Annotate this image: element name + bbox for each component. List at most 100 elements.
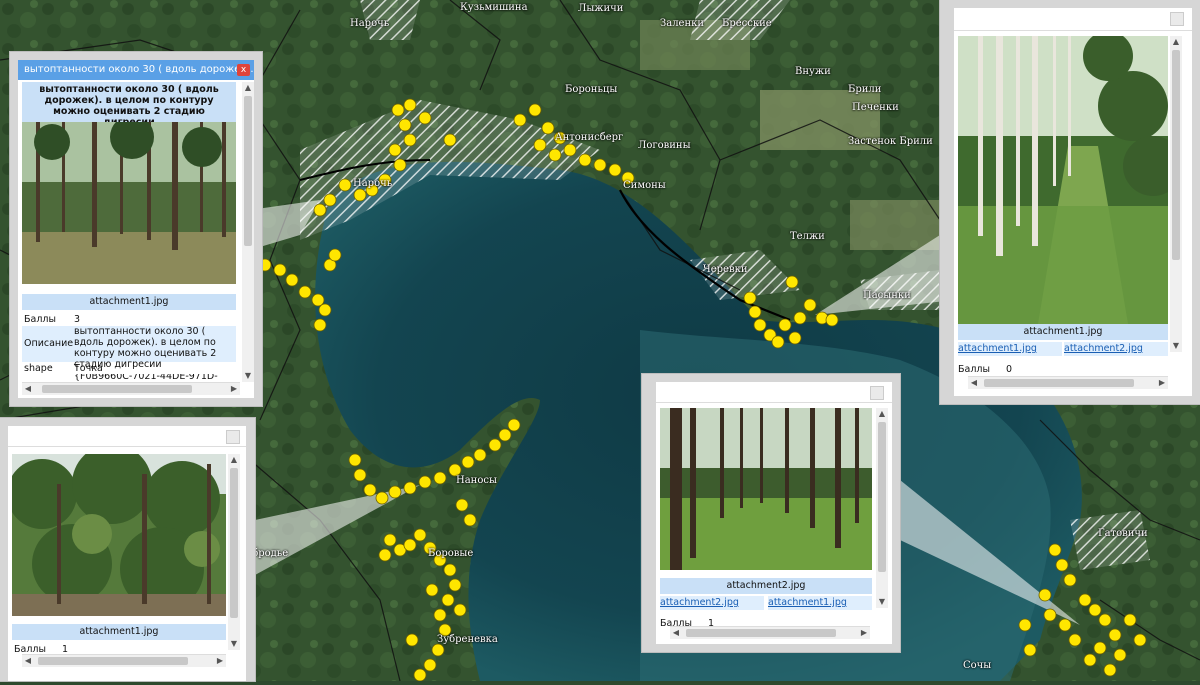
popup-main[interactable]: вытоптанности около 30 ( вдоль дорожек).…: [10, 52, 262, 406]
horizontal-scrollbar[interactable]: ◀ ▶: [22, 382, 240, 395]
popup-topright[interactable]: attachment1.jpg attachment1.jpg attachme…: [940, 0, 1200, 404]
observation-marker[interactable]: [423, 658, 437, 672]
scroll-right-icon[interactable]: ▶: [858, 627, 870, 639]
scroll-thumb[interactable]: [42, 385, 192, 393]
observation-marker[interactable]: [507, 418, 521, 432]
vertical-scrollbar[interactable]: ▲ ▼: [876, 408, 888, 608]
scroll-up-icon[interactable]: ▲: [228, 454, 240, 466]
observation-marker[interactable]: [378, 548, 392, 562]
scroll-thumb[interactable]: [686, 629, 836, 637]
attachment-link[interactable]: attachment2.jpg: [1064, 342, 1168, 356]
attachment-link[interactable]: attachment1.jpg: [958, 342, 1062, 356]
observation-marker[interactable]: [318, 303, 332, 317]
scroll-right-icon[interactable]: ▶: [228, 383, 240, 395]
observation-marker[interactable]: [418, 111, 432, 125]
observation-marker[interactable]: [363, 483, 377, 497]
observation-marker[interactable]: [388, 143, 402, 157]
observation-marker[interactable]: [285, 273, 299, 287]
scroll-up-icon[interactable]: ▲: [876, 408, 888, 420]
observation-marker[interactable]: [541, 121, 555, 135]
scroll-left-icon[interactable]: ◀: [670, 627, 682, 639]
observation-marker[interactable]: [513, 113, 527, 127]
attachment-photo[interactable]: [22, 122, 236, 284]
scroll-thumb[interactable]: [878, 422, 886, 572]
observation-marker[interactable]: [793, 311, 807, 325]
observation-marker[interactable]: [405, 633, 419, 647]
observation-marker[interactable]: [1055, 558, 1069, 572]
observation-marker[interactable]: [1038, 588, 1052, 602]
scroll-left-icon[interactable]: ◀: [22, 655, 34, 667]
observation-marker[interactable]: [753, 318, 767, 332]
scroll-up-icon[interactable]: ▲: [1170, 36, 1182, 48]
observation-marker[interactable]: [413, 668, 427, 682]
observation-marker[interactable]: [403, 133, 417, 147]
scroll-down-icon[interactable]: ▼: [876, 596, 888, 608]
observation-marker[interactable]: [443, 133, 457, 147]
observation-marker[interactable]: [1068, 633, 1082, 647]
observation-marker[interactable]: [463, 513, 477, 527]
observation-marker[interactable]: [1103, 663, 1117, 677]
maximize-icon[interactable]: [870, 386, 884, 400]
horizontal-scrollbar[interactable]: ◀ ▶: [670, 626, 870, 639]
observation-marker[interactable]: [433, 471, 447, 485]
observation-marker[interactable]: [1093, 641, 1107, 655]
observation-marker[interactable]: [1098, 613, 1112, 627]
observation-marker[interactable]: [398, 118, 412, 132]
observation-marker[interactable]: [1083, 653, 1097, 667]
observation-marker[interactable]: [403, 538, 417, 552]
observation-marker[interactable]: [353, 188, 367, 202]
observation-marker[interactable]: [533, 138, 547, 152]
vertical-scrollbar[interactable]: ▲ ▼: [1170, 36, 1182, 352]
observation-marker[interactable]: [453, 603, 467, 617]
maximize-icon[interactable]: [226, 430, 240, 444]
observation-marker[interactable]: [1018, 618, 1032, 632]
observation-marker[interactable]: [328, 248, 342, 262]
observation-marker[interactable]: [803, 298, 817, 312]
popup-bottomright[interactable]: attachment2.jpg attachment2.jpg attachme…: [642, 374, 900, 652]
attachment-photo[interactable]: [12, 454, 226, 616]
observation-marker[interactable]: [418, 475, 432, 489]
scroll-right-icon[interactable]: ▶: [1156, 377, 1168, 389]
observation-marker[interactable]: [298, 285, 312, 299]
scroll-left-icon[interactable]: ◀: [22, 383, 34, 395]
observation-marker[interactable]: [825, 313, 839, 327]
observation-marker[interactable]: [403, 481, 417, 495]
observation-marker[interactable]: [273, 263, 287, 277]
observation-marker[interactable]: [1023, 643, 1037, 657]
close-icon[interactable]: x: [237, 64, 250, 76]
observation-marker[interactable]: [455, 498, 469, 512]
observation-marker[interactable]: [498, 428, 512, 442]
popup-bottomleft[interactable]: attachment1.jpg Баллы 1 ▲ ▼ ◀ ▶: [0, 418, 255, 681]
attachment-photo[interactable]: [958, 36, 1168, 324]
observation-marker[interactable]: [425, 583, 439, 597]
horizontal-scrollbar[interactable]: ◀ ▶: [22, 654, 226, 667]
observation-marker[interactable]: [443, 563, 457, 577]
scroll-down-icon[interactable]: ▼: [242, 370, 254, 382]
observation-marker[interactable]: [348, 453, 362, 467]
observation-marker[interactable]: [1123, 613, 1137, 627]
maximize-icon[interactable]: [1170, 12, 1184, 26]
observation-marker[interactable]: [431, 643, 445, 657]
observation-marker[interactable]: [1113, 648, 1127, 662]
attachment-link[interactable]: attachment2.jpg: [660, 596, 764, 610]
observation-marker[interactable]: [593, 158, 607, 172]
scroll-left-icon[interactable]: ◀: [968, 377, 980, 389]
observation-marker[interactable]: [1078, 593, 1092, 607]
observation-marker[interactable]: [748, 305, 762, 319]
observation-marker[interactable]: [771, 335, 785, 349]
scroll-down-icon[interactable]: ▼: [228, 638, 240, 650]
scroll-thumb[interactable]: [984, 379, 1134, 387]
observation-marker[interactable]: [608, 163, 622, 177]
scroll-thumb[interactable]: [244, 96, 252, 246]
observation-marker[interactable]: [448, 578, 462, 592]
observation-marker[interactable]: [461, 455, 475, 469]
observation-marker[interactable]: [393, 158, 407, 172]
observation-marker[interactable]: [1043, 608, 1057, 622]
observation-marker[interactable]: [353, 468, 367, 482]
observation-marker[interactable]: [488, 438, 502, 452]
observation-marker[interactable]: [578, 153, 592, 167]
observation-marker[interactable]: [311, 293, 325, 307]
scroll-right-icon[interactable]: ▶: [214, 655, 226, 667]
observation-marker[interactable]: [313, 203, 327, 217]
observation-marker[interactable]: [778, 318, 792, 332]
